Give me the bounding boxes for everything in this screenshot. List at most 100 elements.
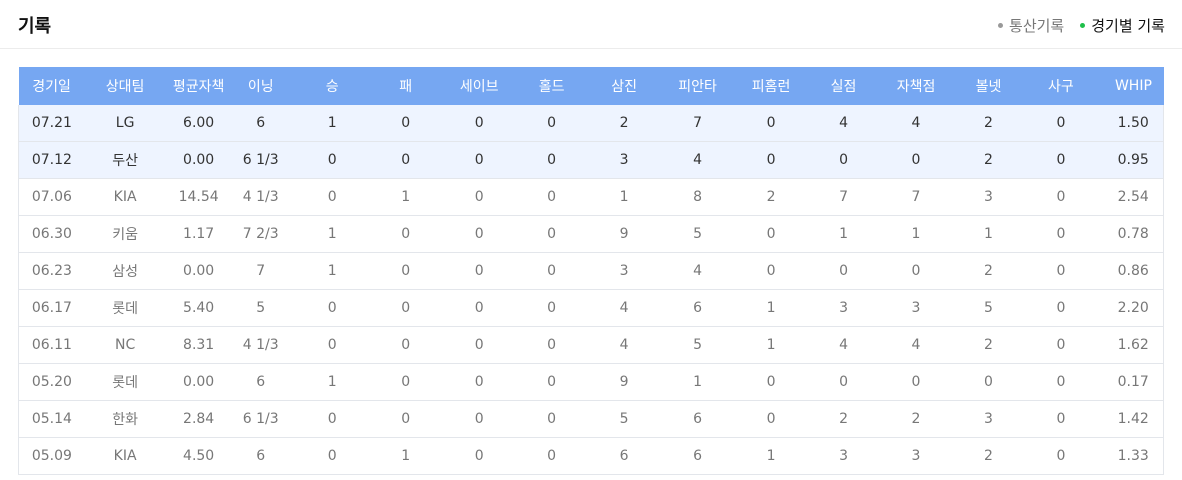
table-cell: KIA xyxy=(84,437,166,475)
table-row: 06.17 롯데 5.40 5 0 0 0 0 4 6 1 3 3 5 0 2.20 xyxy=(17,289,1165,327)
table-cell: 1 xyxy=(958,215,1019,253)
table-cell: 5 xyxy=(231,289,290,327)
table-cell: 0 xyxy=(958,363,1019,401)
table-cell: 0 xyxy=(436,363,522,401)
table-cell: 롯데 xyxy=(84,289,166,327)
table-cell: 0 xyxy=(374,141,437,179)
table-cell: 5 xyxy=(666,326,729,364)
table-cell: 05.09 xyxy=(17,437,85,475)
table-cell: 05.20 xyxy=(17,363,85,401)
table-cell: 6 xyxy=(666,400,729,438)
table-cell: 06.23 xyxy=(17,252,85,290)
table-cell: 0.86 xyxy=(1103,252,1165,290)
table-cell: 4 xyxy=(873,105,959,142)
table-cell: 1 xyxy=(374,437,437,475)
table-cell: 0 xyxy=(1018,252,1104,290)
column-header: 홀드 xyxy=(538,79,565,95)
table-cell: 06.17 xyxy=(17,289,85,327)
table-cell: 5.40 xyxy=(165,289,232,327)
table-cell: 키움 xyxy=(84,215,166,253)
table-cell: 1 xyxy=(728,437,814,475)
table-cell: 0 xyxy=(436,326,522,364)
table-cell: 6 xyxy=(231,363,290,401)
table-cell: 4 xyxy=(813,105,874,142)
table-cell: 2.20 xyxy=(1103,289,1165,327)
table-cell: 0 xyxy=(1018,105,1104,142)
table-cell: 2 xyxy=(958,141,1019,179)
table-cell: 9 xyxy=(581,215,667,253)
table-cell: 0 xyxy=(873,141,959,179)
table-cell: 0 xyxy=(728,105,814,142)
table-cell: 2 xyxy=(958,252,1019,290)
table-cell: 07.21 xyxy=(17,105,85,142)
table-cell: 0 xyxy=(1018,141,1104,179)
table-cell: 1 xyxy=(581,178,667,216)
table-cell: 1 xyxy=(813,215,874,253)
table-cell: 5 xyxy=(958,289,1019,327)
table-cell: 0 xyxy=(1018,215,1104,253)
table-cell: 삼성 xyxy=(84,252,166,290)
table-cell: 0 xyxy=(436,215,522,253)
table-cell: 4 1/3 xyxy=(231,326,290,364)
table-cell: 0 xyxy=(521,252,582,290)
table-cell: 0 xyxy=(1018,326,1104,364)
table-cell: 0 xyxy=(521,105,582,142)
tab-label: 경기별 기록 xyxy=(1091,17,1165,35)
table-cell: 0 xyxy=(521,178,582,216)
table-cell: 7 2/3 xyxy=(231,215,290,253)
bullet-icon xyxy=(998,23,1004,28)
table-cell: 06.30 xyxy=(17,215,85,253)
table-row: 06.11 NC 8.31 4 1/3 0 0 0 0 4 5 1 4 4 2 0 1.62 xyxy=(17,326,1165,364)
tab-career-records[interactable]: 통산기록 xyxy=(998,15,1064,36)
table-cell: 2 xyxy=(728,178,814,216)
table-cell: 4 1/3 xyxy=(231,178,290,216)
tab-game-records[interactable]: 경기별 기록 xyxy=(1080,15,1165,36)
table-cell: 2.54 xyxy=(1103,178,1165,216)
table-cell: 3 xyxy=(958,178,1019,216)
table-cell: LG xyxy=(84,105,166,142)
table-cell: 4 xyxy=(666,252,729,290)
table-cell: 1.62 xyxy=(1103,326,1165,364)
table-cell: 한화 xyxy=(84,400,166,438)
table-cell: 0 xyxy=(289,141,375,179)
table-cell: 0 xyxy=(521,215,582,253)
table-cell: 0 xyxy=(436,400,522,438)
table-cell: 2 xyxy=(581,105,667,142)
table-cell: 07.06 xyxy=(17,178,85,216)
column-header: 피안타 xyxy=(678,79,717,95)
table-cell: 0 xyxy=(374,289,437,327)
table-cell: 6 1/3 xyxy=(231,141,290,179)
table-cell: 06.11 xyxy=(17,326,85,364)
table-cell: 두산 xyxy=(84,141,166,179)
column-header: 자책점 xyxy=(896,79,936,95)
column-header: 경기일 xyxy=(32,79,71,95)
column-header: 승 xyxy=(325,79,339,95)
table-cell: 2 xyxy=(958,437,1019,475)
table-cell: 0 xyxy=(728,400,814,438)
tab-label: 통산기록 xyxy=(1009,17,1065,35)
table-cell: 0.95 xyxy=(1103,141,1165,179)
table-cell: 1 xyxy=(666,363,729,401)
table-cell: 0 xyxy=(728,215,814,253)
table-cell: 0 xyxy=(728,363,814,401)
table-cell: 0 xyxy=(873,363,959,401)
table-cell: 0.00 xyxy=(165,141,232,179)
table-cell: 0 xyxy=(289,289,375,327)
table-cell: 3 xyxy=(873,437,959,475)
table-cell: 0 xyxy=(289,326,375,364)
table-cell: NC xyxy=(84,326,166,364)
table-cell: 0 xyxy=(436,437,522,475)
table-cell: 9 xyxy=(581,363,667,401)
table-cell: 3 xyxy=(813,289,874,327)
table-cell: 0 xyxy=(813,141,874,179)
table-cell: 4 xyxy=(581,326,667,364)
table-cell: 0 xyxy=(1018,178,1104,216)
table-row: 07.12 두산 0.00 6 1/3 0 0 0 0 3 4 0 0 0 2 0 0.95 xyxy=(17,141,1165,179)
table-cell: 1.17 xyxy=(165,215,232,253)
table-cell: 1 xyxy=(289,252,375,290)
table-cell: 7 xyxy=(873,178,959,216)
table-cell: 0 xyxy=(374,363,437,401)
column-header: 이닝 xyxy=(247,79,274,95)
table-cell: 2.84 xyxy=(165,400,232,438)
table-cell: 3 xyxy=(813,437,874,475)
